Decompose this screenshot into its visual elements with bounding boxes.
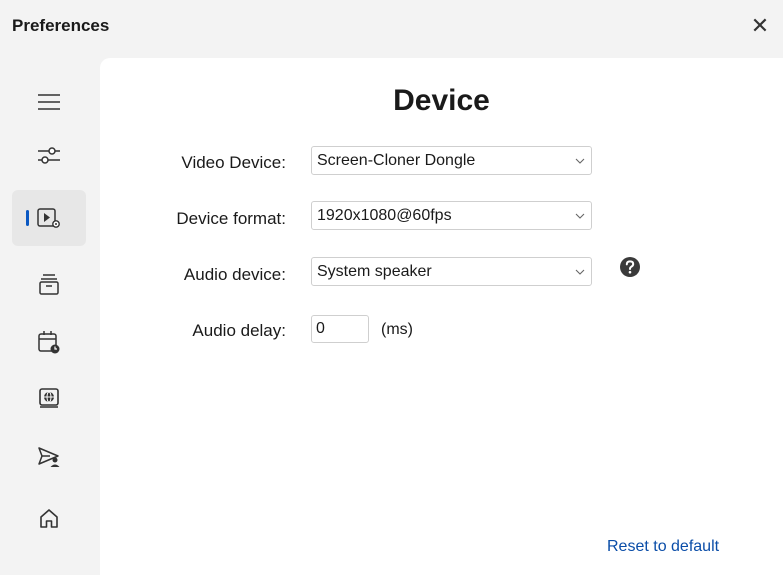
home-icon: [40, 509, 58, 528]
audio-delay-label: Audio delay:: [192, 321, 286, 340]
sidebar-item-device[interactable]: [12, 190, 86, 246]
reset-to-default-link[interactable]: Reset to default: [607, 538, 719, 556]
window-title: Preferences: [12, 16, 110, 35]
sidebar-item-menu[interactable]: [12, 74, 86, 130]
menu-icon: [38, 94, 60, 110]
video-device-label: Video Device:: [181, 153, 286, 172]
audio-device-select[interactable]: System speaker: [311, 257, 592, 286]
title-bar: Preferences ✕: [0, 0, 783, 56]
sidebar-item-web[interactable]: [12, 370, 86, 426]
chevron-down-icon: [569, 158, 591, 164]
video-device-icon: [37, 208, 60, 228]
question-mark-icon: [620, 257, 640, 277]
active-indicator: [26, 210, 29, 226]
send-user-icon: [38, 447, 60, 467]
archive-icon: [39, 274, 59, 295]
sidebar-item-home[interactable]: [12, 490, 86, 546]
video-device-select[interactable]: Screen-Cloner Dongle: [311, 146, 592, 175]
chevron-down-icon: [569, 269, 591, 275]
calendar-clock-icon: [38, 331, 60, 354]
audio-delay-unit: (ms): [381, 321, 413, 338]
page-title: Device: [393, 84, 490, 117]
audio-device-value: System speaker: [317, 262, 432, 280]
sidebar-item-storage[interactable]: [12, 256, 86, 312]
chevron-down-icon: [569, 213, 591, 219]
audio-delay-input[interactable]: 0: [311, 315, 369, 343]
sidebar-item-schedule[interactable]: [12, 314, 86, 370]
video-device-value: Screen-Cloner Dongle: [317, 151, 476, 169]
help-button[interactable]: [619, 256, 641, 278]
device-format-select[interactable]: 1920x1080@60fps: [311, 201, 592, 230]
device-format-value: 1920x1080@60fps: [317, 206, 452, 224]
close-button[interactable]: ✕: [748, 12, 772, 40]
close-icon: ✕: [750, 13, 770, 38]
web-display-icon: [39, 388, 59, 408]
settings-panel: Device Video Device: Screen-Cloner Dongl…: [100, 58, 783, 575]
audio-device-label: Audio device:: [183, 265, 286, 284]
sidebar: [0, 66, 100, 575]
sidebar-item-share[interactable]: [12, 428, 86, 484]
sliders-icon: [38, 147, 60, 164]
device-format-label: Device format:: [176, 209, 286, 228]
sidebar-item-adjustments[interactable]: [12, 127, 86, 183]
